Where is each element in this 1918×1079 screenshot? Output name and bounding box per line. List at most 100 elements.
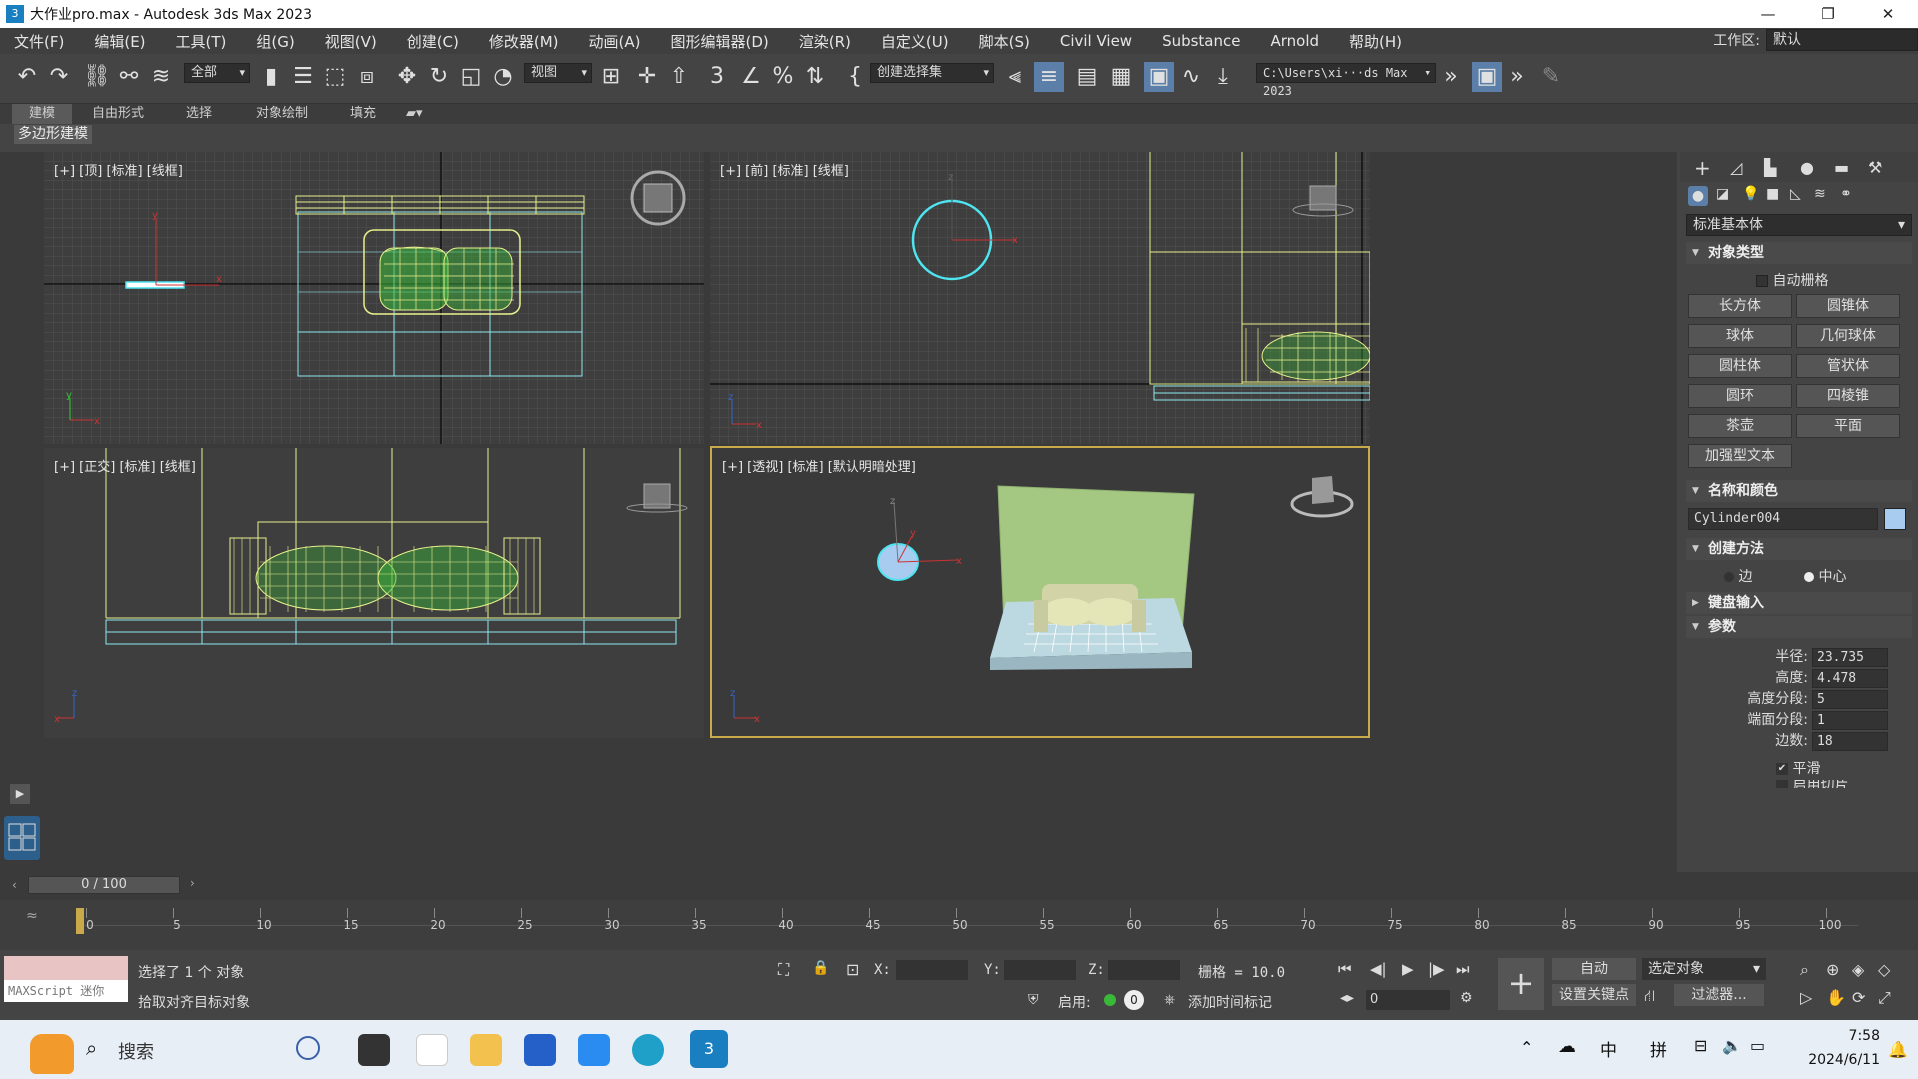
- current-frame-marker[interactable]: [76, 908, 84, 934]
- scale-icon[interactable]: ◱: [456, 62, 486, 92]
- method-edge-radio[interactable]: 边: [1724, 566, 1752, 586]
- goto-start-icon[interactable]: ⏮: [1338, 960, 1352, 978]
- torus-button[interactable]: 圆环: [1688, 384, 1792, 408]
- tray-chevron-icon[interactable]: ⌃: [1520, 1038, 1533, 1057]
- layer-explorer-icon[interactable]: ▦: [1106, 62, 1136, 92]
- viewport-top-label[interactable]: [+] [顶] [标准] [线框]: [54, 160, 183, 179]
- menu-civil-view[interactable]: Civil View: [1046, 32, 1148, 50]
- hierarchy-tab-icon[interactable]: ▙: [1764, 158, 1776, 177]
- menu-file[interactable]: 文件(F): [0, 31, 80, 52]
- param-value-input[interactable]: 23.735: [1812, 648, 1888, 667]
- curve-editor-mini-icon[interactable]: ≈: [26, 908, 38, 924]
- clock-date[interactable]: 2024/6/11: [1796, 1052, 1880, 1068]
- key-tangent-icon[interactable]: ⛙: [1644, 986, 1655, 1007]
- percent-snap-icon[interactable]: %: [768, 62, 798, 92]
- slice-checkbox[interactable]: 启用切片: [1776, 780, 1848, 788]
- zoom-extents-all-icon[interactable]: ◇: [1878, 960, 1890, 979]
- filters-button[interactable]: 过滤器...: [1674, 984, 1764, 1006]
- pan-icon[interactable]: ✋: [1826, 988, 1846, 1007]
- time-slider[interactable]: ‹ 0 / 100 ›: [0, 872, 1918, 900]
- menu-edit[interactable]: 编辑(E): [80, 31, 161, 52]
- motion-tab-icon[interactable]: ●: [1800, 158, 1814, 177]
- project-path-dropdown[interactable]: C:\Users\xi···ds Max 2023: [1256, 63, 1436, 98]
- viewport-perspective[interactable]: x z y x z [+] [透视] [标准] [默认明暗处理]: [710, 446, 1370, 738]
- key-filter-dropdown[interactable]: 选定对象 ▾: [1642, 958, 1766, 980]
- time-config-icon[interactable]: ⚙: [1460, 990, 1473, 1006]
- lights-icon[interactable]: 💡: [1742, 186, 1759, 202]
- rotate-icon[interactable]: ↻: [424, 62, 454, 92]
- redo-icon[interactable]: ↷: [44, 62, 74, 92]
- set-key-button[interactable]: 设置关键点: [1552, 984, 1636, 1006]
- textplus-button[interactable]: 加强型文本: [1688, 444, 1792, 468]
- viewport-front-label[interactable]: [+] [前] [标准] [线框]: [720, 160, 849, 179]
- widgets-icon[interactable]: [30, 1034, 74, 1074]
- creation-method-header[interactable]: 创建方法: [1686, 538, 1912, 560]
- object-type-header[interactable]: 对象类型: [1686, 242, 1912, 264]
- menu-scripting[interactable]: 脚本(S): [965, 31, 1046, 52]
- render-icon[interactable]: ✎: [1536, 62, 1566, 92]
- copilot-icon[interactable]: [296, 1036, 320, 1060]
- bind-spacewarp-icon[interactable]: ≋: [146, 62, 176, 92]
- ribbon-options-icon[interactable]: ▰▾: [406, 104, 423, 124]
- angle-snap-icon[interactable]: ∠: [736, 62, 766, 92]
- viewport-ortho[interactable]: x z [+] [正交] [标准] [线框]: [44, 448, 704, 738]
- placement-icon[interactable]: ◔: [488, 62, 518, 92]
- systems-icon[interactable]: ⚭: [1840, 186, 1852, 202]
- prev-key-icon[interactable]: ◀|: [1370, 960, 1387, 978]
- menu-tools[interactable]: 工具(T): [162, 31, 243, 52]
- zero-badge[interactable]: 0: [1124, 990, 1144, 1010]
- spinner-snap-icon[interactable]: ⇅: [800, 62, 830, 92]
- current-frame-input[interactable]: 0: [1366, 990, 1450, 1010]
- ribbon-tab-object-paint[interactable]: 对象绘制: [256, 104, 308, 124]
- maxscript-mini-input[interactable]: MAXScript 迷你: [4, 980, 128, 1002]
- modify-tab-icon[interactable]: ◿: [1730, 158, 1742, 177]
- scene-explorer-icon[interactable]: ▤: [1072, 62, 1102, 92]
- maxscript-listener-top[interactable]: [4, 956, 128, 980]
- shapes-icon[interactable]: ◪: [1716, 186, 1729, 202]
- z-coord-input[interactable]: [1108, 960, 1180, 980]
- parameters-header[interactable]: 参数: [1686, 616, 1912, 638]
- select-by-name-icon[interactable]: ☰: [288, 62, 318, 92]
- menu-group[interactable]: 组(G): [242, 31, 310, 52]
- menu-animation[interactable]: 动画(A): [575, 31, 657, 52]
- keyboard-shortcut-icon[interactable]: ⇧: [664, 62, 694, 92]
- move-icon[interactable]: ✥: [392, 62, 422, 92]
- ribbon-tab-freeform[interactable]: 自由形式: [92, 104, 144, 124]
- schematic-view-icon[interactable]: ⤓: [1208, 62, 1238, 92]
- notification-bell-icon[interactable]: 🔔: [1888, 1040, 1908, 1059]
- ribbon-tab-selection[interactable]: 选择: [186, 104, 212, 124]
- next-frame-icon[interactable]: ›: [190, 876, 195, 890]
- link-icon[interactable]: ⛓: [82, 62, 112, 92]
- next-key-icon[interactable]: |▶: [1428, 960, 1445, 978]
- rect-selection-icon[interactable]: ⬚: [320, 62, 350, 92]
- auto-key-button[interactable]: 自动: [1552, 958, 1636, 980]
- teapot-button[interactable]: 茶壶: [1688, 414, 1792, 438]
- align-icon[interactable]: ≡: [1034, 62, 1064, 92]
- isolate-icon[interactable]: ⛶: [778, 960, 789, 980]
- zoom-extents-icon[interactable]: ◈: [1852, 960, 1864, 979]
- goto-end-icon[interactable]: ⏭: [1456, 960, 1470, 978]
- autogrid-checkbox[interactable]: 自动栅格: [1756, 270, 1828, 290]
- curve-editor-icon[interactable]: ∿: [1176, 62, 1206, 92]
- helpers-icon[interactable]: ◺: [1790, 186, 1801, 202]
- select-object-icon[interactable]: ▮: [256, 62, 286, 92]
- create-tab-icon[interactable]: +: [1694, 156, 1711, 180]
- menu-create[interactable]: 创建(C): [393, 31, 475, 52]
- cylinder-button[interactable]: 圆柱体: [1688, 354, 1792, 378]
- expand-layout-icon[interactable]: ▶: [10, 784, 30, 804]
- pivot-icon[interactable]: ⊞: [596, 62, 626, 92]
- prev-frame-icon[interactable]: ‹: [12, 878, 17, 892]
- menu-modifiers[interactable]: 修改器(M): [475, 31, 575, 52]
- task-view-icon[interactable]: [358, 1034, 390, 1066]
- menu-graph-editors[interactable]: 图形编辑器(D): [657, 31, 785, 52]
- ime-mode-text[interactable]: 中: [1600, 1036, 1617, 1061]
- poly-modeling-label[interactable]: 多边形建模: [14, 125, 92, 144]
- unlink-icon[interactable]: ⚯: [114, 62, 144, 92]
- edge-icon[interactable]: [632, 1034, 664, 1066]
- keyboard-entry-header[interactable]: 键盘输入: [1686, 592, 1912, 614]
- cone-button[interactable]: 圆锥体: [1796, 294, 1900, 318]
- smooth-checkbox[interactable]: ✔ 平滑: [1776, 758, 1820, 778]
- tube-button[interactable]: 管状体: [1796, 354, 1900, 378]
- clock-time[interactable]: 7:58: [1800, 1028, 1880, 1044]
- param-value-input[interactable]: 5: [1812, 690, 1888, 709]
